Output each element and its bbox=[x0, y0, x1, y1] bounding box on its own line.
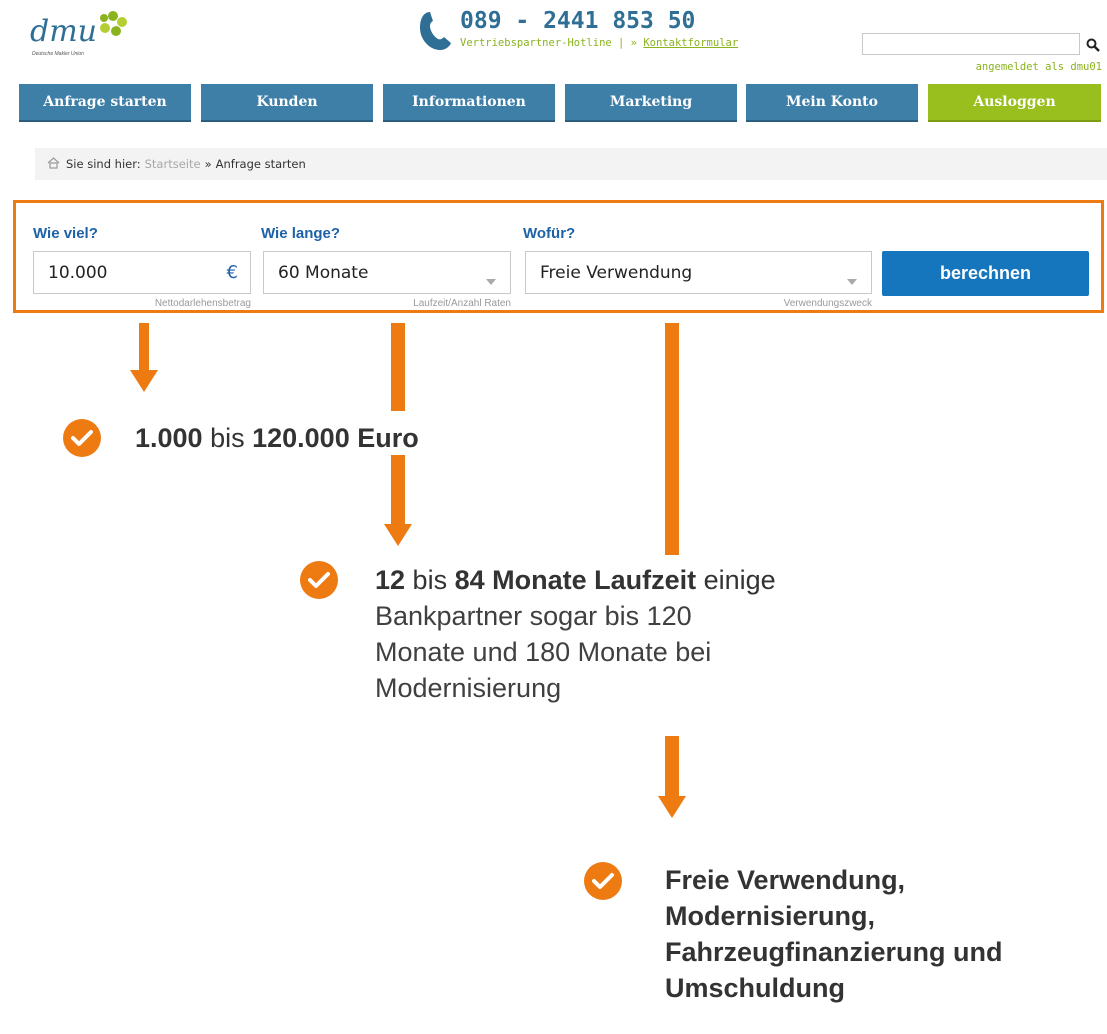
amount-hint: Nettodarlehensbetrag bbox=[154, 298, 251, 309]
purpose-hint: Verwendungszweck bbox=[783, 298, 872, 309]
purpose-value: Freie Verwendung bbox=[540, 262, 693, 283]
arrow-down-shaft bbox=[391, 455, 405, 527]
amount-label: Wie viel? bbox=[33, 225, 98, 242]
arrow-down-icon bbox=[658, 796, 686, 822]
amount-input[interactable]: 10.000 € bbox=[33, 251, 251, 294]
breadcrumb-separator: » bbox=[204, 157, 212, 171]
search-icon[interactable] bbox=[1086, 37, 1100, 56]
nav-kunden[interactable]: Kunden bbox=[201, 84, 373, 120]
purpose-select[interactable]: Freie Verwendung bbox=[525, 251, 872, 294]
duration-label: Wie lange? bbox=[261, 225, 341, 242]
dropdown-caret-icon bbox=[847, 270, 857, 290]
duration-annotation: 12 bis 84 Monate Laufzeit einige Bankpar… bbox=[375, 565, 776, 703]
hotline-number: 089 - 2441 853 50 bbox=[460, 8, 696, 34]
logged-in-status: angemeldet als dmu01 bbox=[975, 61, 1102, 73]
check-circle-icon bbox=[63, 419, 101, 457]
phone-icon bbox=[418, 10, 454, 56]
breadcrumb-prefix: Sie sind hier: bbox=[66, 157, 141, 171]
arrow-down-icon bbox=[139, 323, 149, 371]
arrow-down-icon bbox=[130, 370, 158, 396]
arrow-down-icon bbox=[384, 524, 412, 550]
logo-flower-icon bbox=[96, 8, 130, 42]
nav-marketing[interactable]: Marketing bbox=[565, 84, 737, 120]
breadcrumb: Sie sind hier: Startseite » Anfrage star… bbox=[35, 148, 1107, 180]
amount-value: 10.000 bbox=[48, 262, 108, 283]
nav-ausloggen[interactable]: Ausloggen bbox=[928, 84, 1101, 120]
home-icon[interactable] bbox=[47, 156, 60, 172]
contact-form-link[interactable]: Kontaktformular bbox=[643, 37, 738, 49]
arrow-down-shaft bbox=[665, 323, 679, 555]
logo[interactable]: dmu bbox=[30, 14, 97, 49]
dropdown-caret-icon bbox=[486, 270, 496, 290]
arrow-down-shaft bbox=[665, 736, 679, 798]
breadcrumb-current: Anfrage starten bbox=[215, 157, 306, 171]
hotline-label: Vertriebspartner-Hotline | » bbox=[460, 37, 638, 49]
calculate-button[interactable]: berechnen bbox=[882, 251, 1089, 296]
nav-informationen[interactable]: Informationen bbox=[383, 84, 555, 120]
duration-hint: Laufzeit/Anzahl Raten bbox=[413, 298, 511, 309]
duration-value: 60 Monate bbox=[278, 262, 369, 283]
check-circle-icon bbox=[584, 862, 622, 900]
logo-subtitle: Deutsche Makler Union bbox=[32, 51, 84, 57]
breadcrumb-home-link[interactable]: Startseite bbox=[145, 157, 201, 171]
amount-annotation: 1.000 bis 120.000 Euro bbox=[135, 423, 419, 453]
purpose-label: Wofür? bbox=[523, 225, 576, 242]
arrow-down-shaft bbox=[391, 323, 405, 411]
nav-anfrage-starten[interactable]: Anfrage starten bbox=[19, 84, 191, 120]
currency-symbol: € bbox=[226, 262, 238, 283]
check-circle-icon bbox=[300, 561, 338, 599]
purpose-annotation: Freie Verwendung, Modernisierung, Fahrze… bbox=[665, 865, 1003, 1003]
duration-select[interactable]: 60 Monate bbox=[263, 251, 511, 294]
hotline-line: Vertriebspartner-Hotline | » Kontaktform… bbox=[460, 37, 738, 49]
search-input[interactable] bbox=[862, 33, 1080, 55]
nav-mein-konto[interactable]: Mein Konto bbox=[746, 84, 918, 120]
